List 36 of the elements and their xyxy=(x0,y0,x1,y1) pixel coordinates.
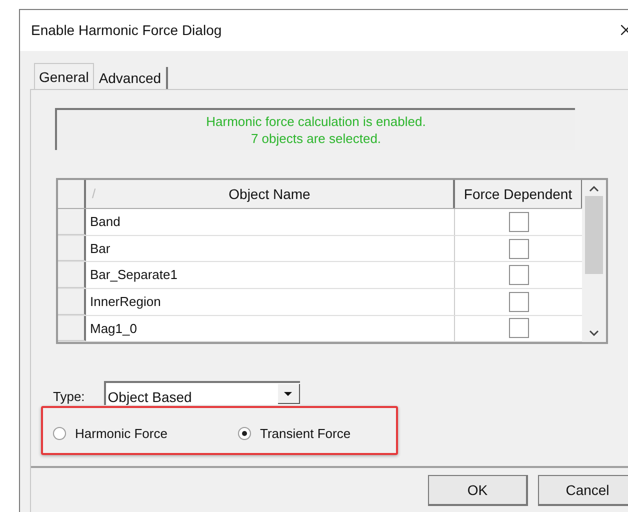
radio-label[interactable]: Transient Force xyxy=(260,424,351,443)
type-dropdown[interactable]: Object Based xyxy=(104,381,300,405)
checkbox[interactable] xyxy=(508,238,528,259)
scroll-up-icon[interactable] xyxy=(589,186,599,192)
dialog-button[interactable]: Cancel xyxy=(538,475,628,506)
row-header[interactable] xyxy=(58,209,86,235)
corner-header[interactable] xyxy=(58,180,86,208)
dialog-button[interactable]: OK xyxy=(428,475,528,506)
checkbox[interactable] xyxy=(508,318,528,338)
radio-label[interactable]: Harmonic Force xyxy=(75,424,168,443)
status-text: Harmonic force calculation is enabled. xyxy=(206,113,426,130)
scrollbar[interactable] xyxy=(582,180,606,342)
checkbox[interactable] xyxy=(508,292,528,312)
radio-button[interactable] xyxy=(53,426,66,440)
radio-button[interactable] xyxy=(238,426,251,440)
table-cell: Bar_Separate1 xyxy=(86,262,455,288)
column-header[interactable]: / Object Name xyxy=(86,180,455,208)
tab[interactable]: General xyxy=(34,63,94,90)
sort-mark: / xyxy=(92,185,96,204)
dropdown-arrow-icon xyxy=(284,392,292,396)
checkbox[interactable] xyxy=(508,212,528,232)
close-icon[interactable] xyxy=(621,25,628,35)
scroll-down-icon[interactable] xyxy=(589,330,599,336)
table-cell: Band xyxy=(86,209,455,235)
row-header[interactable] xyxy=(58,262,86,288)
status-text: 7 objects are selected. xyxy=(250,130,382,147)
window-title: Enable Harmonic Force Dialog xyxy=(31,21,222,40)
column-header[interactable]: Force Dependent xyxy=(455,180,582,208)
table-cell: Mag1_0 xyxy=(86,316,455,342)
row-header[interactable] xyxy=(58,289,86,315)
table-cell: Bar xyxy=(86,236,455,262)
type-label: Type: xyxy=(53,388,85,406)
row-header[interactable] xyxy=(58,316,86,342)
checkbox[interactable] xyxy=(508,265,528,286)
row-header[interactable] xyxy=(58,236,86,262)
table-cell: InnerRegion xyxy=(86,289,455,315)
